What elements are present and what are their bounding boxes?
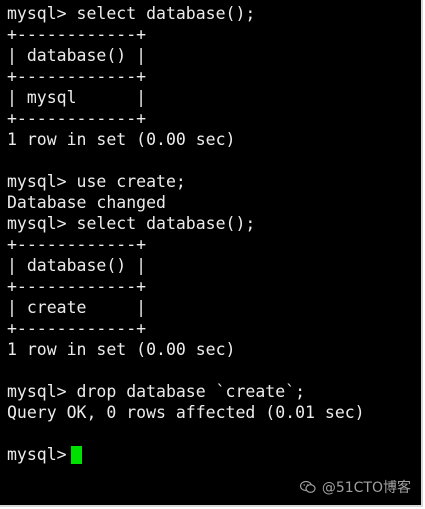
table-border: +------------+ [7, 67, 147, 86]
table-header: | database() | [7, 256, 147, 275]
prompt-text: mysql> [7, 445, 67, 464]
output-line: mysql> drop database `create`; [7, 382, 306, 401]
output-line: 1 row in set (0.00 sec) [7, 130, 236, 149]
table-border: +------------+ [7, 235, 147, 254]
table-cell: | mysql | [7, 88, 147, 107]
output-line: mysql> select database(); [7, 4, 256, 23]
watermark-text: @51CTO博客 [321, 480, 411, 496]
table-header: | database() | [7, 46, 147, 65]
output-line: 1 row in set (0.00 sec) [7, 340, 236, 359]
output-line: mysql> use create; [7, 172, 186, 191]
table-border: +------------+ [7, 277, 147, 296]
table-border: +------------+ [7, 25, 147, 44]
table-cell: | create | [7, 298, 147, 317]
table-border: +------------+ [7, 319, 147, 338]
wechat-icon [299, 480, 316, 493]
terminal-cursor [70, 445, 82, 464]
terminal-window[interactable]: mysql> select database(); +------------+… [0, 0, 423, 507]
table-border: +------------+ [7, 109, 147, 128]
output-line: mysql> select database(); [7, 214, 256, 233]
watermark: @51CTO博客 [299, 477, 411, 497]
output-line: Database changed [7, 193, 166, 212]
prompt-line[interactable]: mysql> [7, 444, 421, 465]
output-line: Query OK, 0 rows affected (0.01 sec) [7, 403, 365, 422]
terminal-output: mysql> select database(); +------------+… [7, 3, 421, 465]
